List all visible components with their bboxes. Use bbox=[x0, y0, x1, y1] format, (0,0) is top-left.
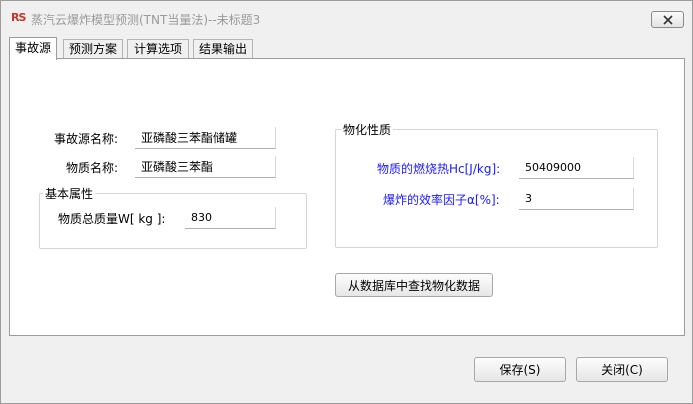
physchem-properties-title: 物化性质 bbox=[341, 121, 394, 138]
lookup-db-button[interactable]: 从数据库中查找物化数据 bbox=[335, 273, 493, 297]
source-name-field[interactable]: 亚磷酸三苯酯储罐 bbox=[135, 127, 276, 149]
combustion-heat-field[interactable]: 50409000 bbox=[519, 157, 634, 179]
basic-properties-title: 基本属性 bbox=[43, 185, 96, 202]
close-button[interactable]: 关闭(C) bbox=[576, 357, 668, 382]
tab-result-output[interactable]: 结果输出 bbox=[193, 39, 253, 59]
window-title: 蒸汽云爆炸模型预测(TNT当量法)--未标题3 bbox=[31, 13, 261, 27]
total-mass-label: 物质总质量W[ kg ]: bbox=[58, 212, 166, 226]
efficiency-factor-field[interactable]: 3 bbox=[519, 188, 634, 210]
title-bar: RS 蒸汽云爆炸模型预测(TNT当量法)--未标题3 bbox=[1, 1, 692, 35]
substance-name-field[interactable]: 亚磷酸三苯酯 bbox=[135, 156, 276, 178]
app-logo-icon: RS bbox=[11, 11, 26, 24]
tab-accident-source[interactable]: 事故源 bbox=[9, 37, 57, 60]
total-mass-field[interactable]: 830 bbox=[185, 207, 276, 229]
combustion-heat-label: 物质的燃烧热Hc[J/kg]: bbox=[377, 162, 501, 176]
substance-name-label: 物质名称: bbox=[66, 161, 119, 175]
tab-prediction-plan[interactable]: 预测方案 bbox=[63, 39, 123, 59]
source-name-label: 事故源名称: bbox=[54, 132, 119, 146]
tab-panel-accident-source: 事故源名称: 亚磷酸三苯酯储罐 物质名称: 亚磷酸三苯酯 基本属性 物质总质量W… bbox=[9, 58, 685, 336]
efficiency-factor-label: 爆炸的效率因子α[%]: bbox=[383, 193, 500, 207]
close-icon bbox=[662, 14, 673, 25]
tab-calc-options[interactable]: 计算选项 bbox=[127, 39, 189, 59]
app-window: RS 蒸汽云爆炸模型预测(TNT当量法)--未标题3 事故源 预测方案 计算选项… bbox=[0, 0, 693, 404]
window-close-button[interactable] bbox=[651, 11, 684, 28]
save-button[interactable]: 保存(S) bbox=[474, 357, 566, 382]
